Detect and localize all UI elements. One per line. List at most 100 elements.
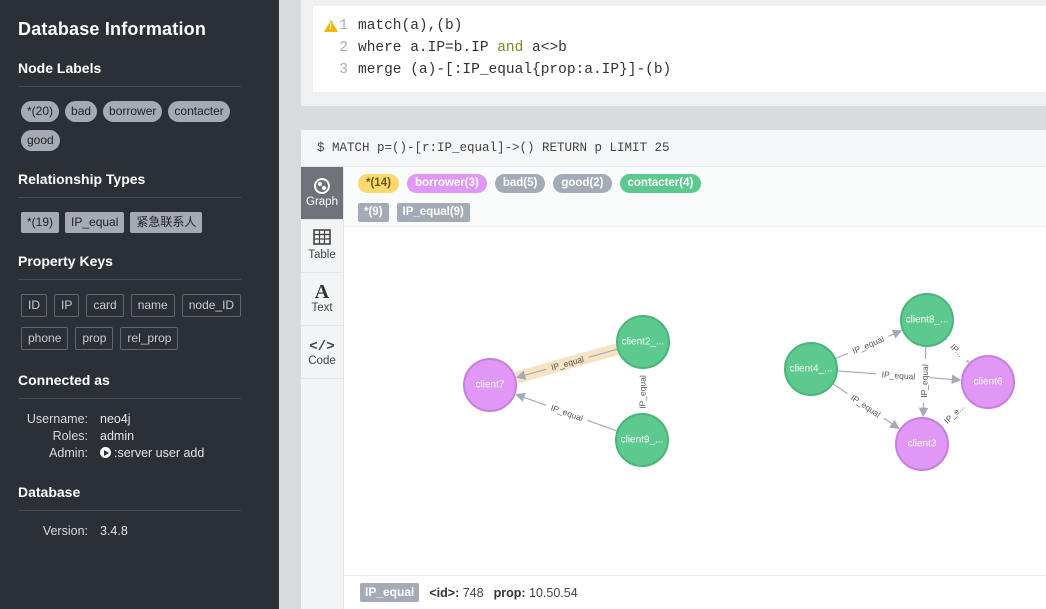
relationship-label: IP_equal: [549, 402, 584, 423]
relationship-label: IP_equal: [919, 364, 930, 398]
rel-type-pill[interactable]: *(19): [21, 212, 60, 233]
tab-graph[interactable]: Graph: [301, 167, 343, 220]
main-area: 1 match(a),(b) 2 where a.IP=b.IP and a<>b 3m…: [279, 0, 1046, 609]
node-label-pill[interactable]: borrower: [103, 101, 163, 122]
version-label: Version:: [42, 524, 88, 538]
server-user-add-link[interactable]: :server user add: [100, 445, 204, 462]
node-legend-tag[interactable]: good(2): [553, 174, 612, 193]
node-label-pill[interactable]: bad: [65, 101, 98, 122]
database-section: Database Version: 3.4.8: [18, 484, 261, 540]
prop-keys-section: Property Keys ID IP card name node_IDphone pr…: [18, 253, 261, 350]
tab-text[interactable]: A Text: [301, 273, 343, 326]
graph-node-label: client7: [476, 380, 505, 391]
node-legend-tag[interactable]: contacter(4): [619, 174, 702, 193]
play-icon: [100, 447, 111, 458]
tab-label: Table: [308, 249, 336, 261]
node-labels-list: *(20) bad borrower contacter good: [21, 101, 241, 151]
roles-value: admin: [100, 429, 135, 443]
roles-label: Roles:: [52, 429, 88, 443]
node-label-pill[interactable]: contacter: [168, 101, 230, 122]
node-label-legend: *(14) borrower(3) bad(5) good(2) contacter(4…: [358, 174, 702, 193]
graph-node-label: client2_...: [622, 337, 665, 348]
graph-node-label: client6: [974, 377, 1003, 388]
code-text: where a.IP=b.IP: [358, 40, 498, 56]
tab-label: Text: [311, 302, 333, 314]
legend-bar: *(14) borrower(3) bad(5) good(2) contacter(4…: [344, 167, 1046, 227]
prop-keys-heading: Property Keys: [18, 253, 241, 280]
relationship-label: IP_equal: [881, 369, 915, 381]
node-label-pill[interactable]: *(20): [21, 101, 60, 122]
server-user-add-text: :server user add: [114, 446, 205, 460]
graph-node-label: client8_...: [906, 315, 949, 326]
graph-canvas[interactable]: IP_equal IP_equal IP_equal IP_equal IP_equal…: [344, 227, 1046, 575]
connected-section: Connected as Username: neo4j Roles: admin …: [18, 372, 261, 462]
line-number: 3: [339, 62, 348, 78]
prop-keys-list: ID IP card name node_IDphone prop rel_prop: [21, 294, 251, 350]
prop-value: 10.50.54: [529, 585, 578, 600]
code-keyword: and: [497, 40, 524, 56]
result-frame: $ MATCH p=()-[r:IP_equal]->() RETURN p L…: [301, 130, 1046, 609]
line-number: 2: [339, 40, 348, 56]
code-text: match(a),(b): [358, 18, 463, 34]
prop-key-button[interactable]: card: [86, 294, 124, 317]
relationship-label: IP_equal: [849, 392, 882, 419]
graph-node-label: client4_...: [790, 364, 833, 375]
prop-key-button[interactable]: prop: [75, 327, 114, 350]
sidebar: Database Information Node Labels *(20) ba…: [0, 0, 279, 609]
prop-key-button[interactable]: phone: [21, 327, 69, 350]
rel-legend-tag[interactable]: IP_equal(9): [396, 203, 470, 222]
code-line: 2 where a.IP=b.IP and a<>b: [313, 37, 567, 59]
prop-key-button[interactable]: IP: [54, 294, 80, 317]
username-value: neo4j: [100, 412, 131, 426]
rel-types-heading: Relationship Types: [18, 171, 241, 198]
node-legend-tag[interactable]: *(14): [358, 174, 399, 193]
table-icon: [301, 229, 343, 249]
rel-type-legend: *(9) IP_equal(9): [358, 203, 470, 222]
rel-legend-tag[interactable]: *(9): [358, 203, 389, 222]
node-label-pill[interactable]: good: [21, 130, 60, 151]
node-legend-tag[interactable]: bad(5): [494, 174, 546, 193]
code-text: a<>b: [523, 40, 567, 56]
code-icon: </>: [309, 339, 335, 355]
prop-key-button[interactable]: name: [130, 294, 175, 317]
relationship-label: IP_e...: [942, 402, 967, 426]
id-value: 748: [462, 585, 484, 600]
query-editor[interactable]: 1 match(a),(b) 2 where a.IP=b.IP and a<>b 3m…: [313, 6, 1046, 92]
node-labels-heading: Node Labels: [18, 60, 241, 87]
sidebar-title: Database Information: [18, 19, 207, 39]
graph-node-label: client9_...: [621, 435, 664, 446]
rel-types-section: Relationship Types *(19) IP_equal 紧急联系人: [18, 171, 261, 233]
view-tabs: Graph Table A Text </> Code: [301, 167, 344, 609]
tab-label: Code: [308, 355, 336, 367]
line-number: 1: [339, 18, 348, 34]
inspector-bar: IP_equal <id>: 748 prop: 10.50.54: [344, 575, 1046, 609]
prop-label: prop:: [493, 585, 526, 600]
tab-table[interactable]: Table: [301, 220, 343, 273]
prop-key-button[interactable]: ID: [21, 294, 47, 317]
node-legend-tag[interactable]: borrower(3): [406, 174, 487, 193]
username-label: Username:: [26, 412, 88, 426]
relationship-label: IP_equal: [637, 375, 647, 409]
relationship-label: IP_equal: [851, 334, 886, 356]
rel-type-pill[interactable]: IP_equal: [65, 212, 125, 233]
version-value: 3.4.8: [100, 524, 128, 538]
graph-icon: [301, 176, 343, 196]
selected-rel-tag: IP_equal: [360, 583, 420, 602]
prop-key-button[interactable]: node_ID: [181, 294, 242, 317]
text-icon: A: [314, 281, 330, 303]
query-editor-card: 1 match(a),(b) 2 where a.IP=b.IP and a<>b 3m…: [301, 0, 1046, 106]
code-line: 3 merge (a)-[:IP_equal{prop:a.IP}]-(b): [313, 59, 671, 81]
node-labels-section: Node Labels *(20) bad borrower contacter goo…: [18, 60, 261, 151]
admin-label: Admin:: [49, 446, 88, 460]
graph-svg[interactable]: IP_equal IP_equal IP_equal IP_equal IP_equal…: [344, 227, 1046, 575]
rel-type-pill[interactable]: 紧急联系人: [130, 212, 203, 233]
database-heading: Database: [18, 484, 241, 511]
relationship-label: IP_equal: [550, 354, 585, 373]
code-text: merge (a)-[:IP_equal{prop:a.IP}]-(b): [358, 62, 672, 78]
prop-key-button[interactable]: rel_prop: [120, 327, 179, 350]
connected-heading: Connected as: [18, 372, 241, 399]
result-query[interactable]: $ MATCH p=()-[r:IP_equal]->() RETURN p L…: [301, 130, 1046, 167]
rel-types-list: *(19) IP_equal 紧急联系人: [21, 212, 241, 233]
id-label: <id>:: [429, 585, 460, 600]
tab-code[interactable]: </> Code: [301, 326, 343, 379]
